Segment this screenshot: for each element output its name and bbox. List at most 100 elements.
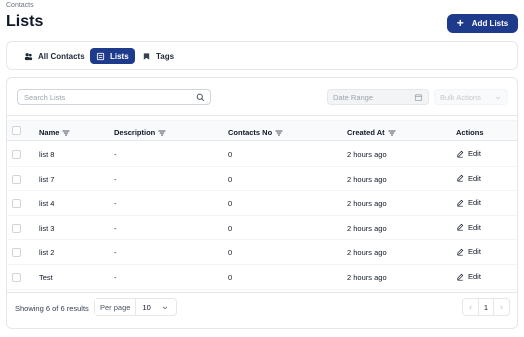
date-range-input[interactable]: Date Range	[327, 89, 429, 105]
cell-description: -	[114, 273, 117, 282]
cell-created-at: 2 hours ago	[347, 199, 387, 209]
edit-icon	[457, 174, 464, 182]
tab-tags[interactable]: Tags	[136, 48, 180, 64]
cell-contacts-no: 0	[228, 174, 233, 184]
chevron-down-icon	[162, 306, 168, 310]
cell-contacts-no: 0	[228, 248, 233, 258]
column-header-description[interactable]: Description	[114, 128, 166, 137]
edit-icon	[457, 150, 464, 158]
cell-created-at: 2 hours ago	[347, 223, 387, 233]
cell-description: -	[114, 174, 117, 184]
table-header: Name Description Contacts No Created At …	[7, 120, 517, 141]
add-lists-button[interactable]: + Add Lists	[447, 14, 518, 33]
row-checkbox[interactable]	[12, 150, 21, 159]
table-row[interactable]: list 2 - 0 2 hours ago Edit	[7, 240, 517, 265]
column-header-created-at[interactable]: Created At	[347, 128, 396, 137]
cell-name: list 3	[39, 223, 55, 233]
cell-contacts-no: 0	[228, 223, 233, 233]
page-number-button[interactable]: 1	[478, 299, 494, 315]
calendar-icon	[414, 94, 423, 102]
edit-button[interactable]: Edit	[456, 174, 481, 183]
per-page-select[interactable]: Per page 10	[94, 298, 177, 316]
column-header-description-label: Description	[114, 128, 156, 137]
chevron-down-icon	[495, 96, 501, 100]
table-footer: Showing 6 of 6 results Per page 10 1	[7, 292, 517, 328]
results-count: Showing 6 of 6 results	[15, 304, 89, 313]
edit-label: Edit	[468, 173, 481, 183]
tabs-bar: All Contacts Lists Tags	[6, 41, 518, 70]
next-page-button[interactable]	[494, 299, 509, 315]
table-row[interactable]: Test - 0 2 hours ago Edit	[7, 265, 517, 290]
tab-lists[interactable]: Lists	[90, 48, 135, 64]
cell-description: -	[114, 223, 117, 233]
edit-icon	[457, 273, 464, 281]
table-row[interactable]: list 4 - 0 2 hours ago Edit	[7, 191, 517, 216]
pagination: 1	[462, 298, 510, 316]
add-lists-label: Add Lists	[471, 19, 509, 28]
edit-label: Edit	[468, 247, 481, 257]
tab-tags-label: Tags	[156, 51, 175, 61]
edit-button[interactable]: Edit	[456, 149, 481, 158]
cell-description: -	[114, 248, 117, 258]
row-checkbox[interactable]	[12, 223, 21, 233]
cell-name: Test	[39, 273, 53, 282]
lists-table-card: Search Lists Date Range Bulk Actions Nam…	[6, 77, 518, 329]
tag-icon	[143, 52, 150, 60]
edit-label: Edit	[468, 149, 481, 158]
cell-created-at: 2 hours ago	[347, 174, 387, 184]
filter-icon	[275, 130, 283, 135]
edit-button[interactable]: Edit	[456, 223, 481, 232]
per-page-value[interactable]: 10	[136, 299, 176, 315]
cell-contacts-no: 0	[228, 150, 233, 159]
edit-icon	[457, 248, 464, 256]
cell-name: list 2	[39, 248, 55, 258]
filter-icon	[62, 130, 70, 135]
plus-icon: +	[456, 16, 464, 30]
table-row[interactable]: list 7 - 0 2 hours ago Edit	[7, 167, 517, 192]
prev-page-button[interactable]	[463, 299, 478, 315]
cell-name: list 8	[39, 150, 55, 159]
edit-icon	[457, 199, 464, 207]
bulk-actions-label: Bulk Actions	[440, 92, 481, 102]
search-icon	[196, 93, 205, 102]
filter-icon	[388, 130, 396, 135]
cell-contacts-no: 0	[228, 273, 233, 282]
breadcrumb[interactable]: Contacts	[6, 2, 34, 9]
edit-button[interactable]: Edit	[456, 198, 481, 207]
chevron-left-icon	[469, 304, 472, 310]
date-range-placeholder: Date Range	[333, 92, 374, 102]
table-row[interactable]: list 8 - 0 2 hours ago Edit	[7, 142, 517, 167]
edit-button[interactable]: Edit	[456, 272, 481, 281]
edit-button[interactable]: Edit	[456, 247, 481, 256]
cell-created-at: 2 hours ago	[347, 248, 387, 258]
cell-name: list 4	[39, 199, 55, 209]
column-header-contacts-no[interactable]: Contacts No	[228, 128, 283, 137]
column-header-name-label: Name	[39, 128, 60, 137]
filter-icon	[158, 130, 166, 135]
cell-contacts-no: 0	[228, 199, 233, 209]
column-header-actions: Actions	[456, 128, 484, 137]
tab-all-contacts[interactable]: All Contacts	[18, 48, 91, 64]
cell-name: list 7	[39, 174, 55, 184]
select-all-checkbox[interactable]	[12, 126, 21, 135]
per-page-label: Per page	[95, 299, 137, 315]
search-placeholder: Search Lists	[24, 92, 66, 102]
cell-description: -	[114, 150, 117, 159]
column-header-name[interactable]: Name	[39, 128, 70, 137]
row-checkbox[interactable]	[12, 199, 21, 209]
cell-description: -	[114, 199, 117, 209]
page-title: Lists	[6, 13, 44, 30]
edit-label: Edit	[468, 198, 481, 208]
list-icon	[96, 52, 105, 60]
row-checkbox[interactable]	[12, 248, 21, 258]
bulk-actions-select[interactable]: Bulk Actions	[434, 89, 508, 105]
chevron-right-icon	[499, 304, 503, 310]
cell-created-at: 2 hours ago	[347, 273, 387, 282]
column-header-created-at-label: Created At	[347, 128, 385, 137]
cell-created-at: 2 hours ago	[347, 150, 387, 159]
row-checkbox[interactable]	[12, 273, 21, 282]
row-checkbox[interactable]	[12, 174, 21, 184]
search-input[interactable]: Search Lists	[17, 89, 211, 105]
per-page-value-text: 10	[142, 302, 151, 312]
table-row[interactable]: list 3 - 0 2 hours ago Edit	[7, 216, 517, 241]
